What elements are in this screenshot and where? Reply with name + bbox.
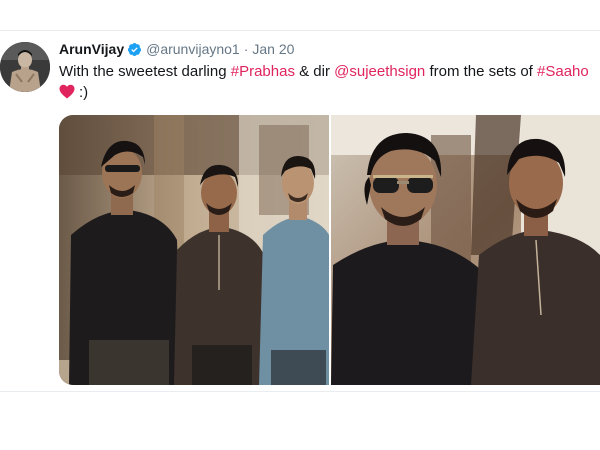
photo-1[interactable]: [59, 115, 329, 385]
tweet-card[interactable]: ArunVijay @arunvijayno1 · Jan 20 With th…: [0, 30, 600, 392]
user-handle[interactable]: @arunvijayno1: [146, 41, 240, 57]
tweet-text-part: With the sweetest darling: [59, 63, 231, 80]
display-name[interactable]: ArunVijay: [59, 41, 124, 57]
header-separator: ·: [243, 41, 249, 57]
page: ArunVijay @arunvijayno1 · Jan 20 With th…: [0, 0, 600, 450]
media-grid: [59, 115, 600, 385]
tweet-header: ArunVijay @arunvijayno1 · Jan 20: [59, 40, 294, 58]
photo-1-image: [59, 115, 329, 385]
mention-sujeethsign-link[interactable]: @sujeethsign: [334, 63, 425, 80]
avatar[interactable]: [0, 42, 50, 92]
tweet-text-part: & dir: [294, 63, 335, 80]
tweet-emoticon: :): [79, 84, 89, 101]
hashtag-prabhas-link[interactable]: #Prabhas: [231, 63, 295, 80]
heart-icon: [59, 84, 75, 99]
tweet-text-part: from the sets of: [425, 63, 537, 80]
profile-avatar-image: [0, 42, 50, 92]
photo-2-image: [331, 115, 600, 385]
verified-badge-icon: [128, 42, 142, 56]
tweet-date[interactable]: Jan 20: [252, 41, 294, 57]
photo-2[interactable]: [331, 115, 600, 385]
tweet-text: With the sweetest darling #Prabhas & dir…: [59, 61, 594, 103]
hashtag-saaho-link[interactable]: #Saaho: [537, 63, 589, 80]
